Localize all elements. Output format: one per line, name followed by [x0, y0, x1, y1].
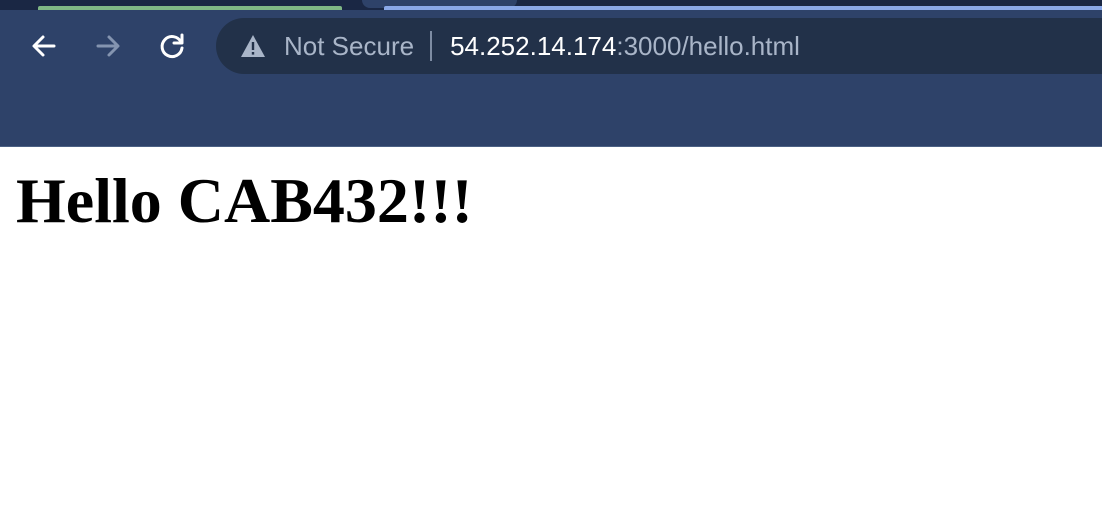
forward-arrow-icon	[94, 32, 122, 60]
reload-button[interactable]	[152, 26, 192, 66]
back-button[interactable]	[24, 26, 64, 66]
omnibox-separator	[430, 31, 433, 61]
url-host: 54.252.14.174	[450, 30, 617, 61]
tab-1[interactable]	[38, 6, 342, 10]
address-bar[interactable]: Not Secure 54.252.14.174:3000/hello.html	[216, 18, 1102, 74]
forward-button[interactable]	[88, 26, 128, 66]
warning-triangle-icon[interactable]	[240, 33, 266, 59]
page-heading: Hello CAB432!!!	[16, 165, 473, 236]
security-status-label[interactable]: Not Secure	[284, 31, 414, 62]
tab-3[interactable]	[384, 6, 1102, 10]
back-arrow-icon	[30, 32, 58, 60]
url-path: :3000/hello.html	[616, 30, 800, 61]
browser-toolbar: Not Secure 54.252.14.174:3000/hello.html	[0, 0, 1102, 147]
url-text[interactable]: 54.252.14.174:3000/hello.html	[450, 31, 800, 62]
reload-icon	[157, 31, 187, 61]
page-content: Hello CAB432!!!	[0, 147, 1102, 520]
